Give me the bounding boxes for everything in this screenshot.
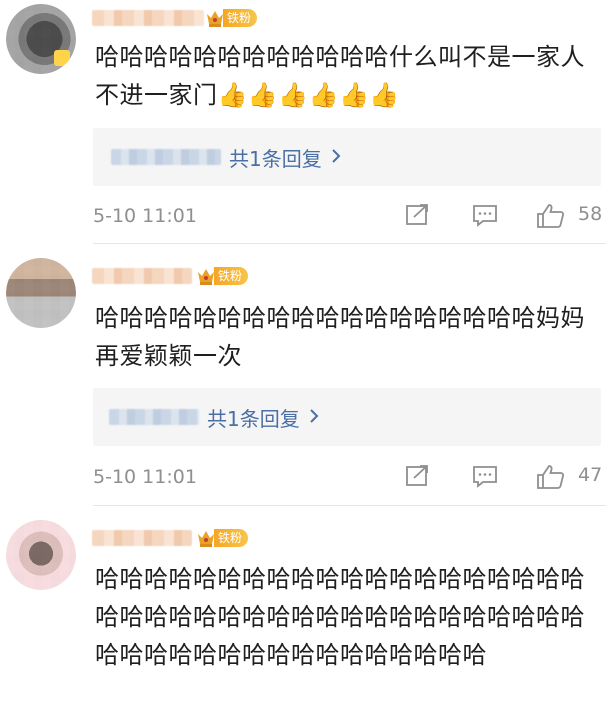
comment-text: 哈哈哈哈哈哈哈哈哈哈哈哈哈哈哈哈哈哈哈哈哈哈哈哈哈哈哈哈哈哈哈哈哈哈哈哈哈哈哈哈… <box>95 565 585 669</box>
reply-count-link[interactable]: 共1条回复 <box>207 403 300 432</box>
reply-summary[interactable]: 共1条回复 <box>93 388 601 446</box>
divider <box>93 243 606 244</box>
username-blurred[interactable] <box>92 10 204 26</box>
timestamp: 5-10 11:01 <box>93 205 197 227</box>
fan-badge-label: 铁粉 <box>214 267 249 285</box>
timestamp: 5-10 11:01 <box>93 466 197 488</box>
fan-badge: 铁粉 <box>196 265 249 287</box>
like-count: 47 <box>578 464 603 486</box>
avatar[interactable] <box>6 4 76 74</box>
comment-icon[interactable] <box>472 203 498 231</box>
chevron-right-icon <box>308 405 320 429</box>
avatar[interactable] <box>6 520 76 590</box>
fan-badge-label: 铁粉 <box>214 529 249 547</box>
chevron-right-icon <box>330 145 342 169</box>
avatar[interactable] <box>6 258 76 328</box>
comment-text: 哈哈哈哈哈哈哈哈哈哈哈哈哈哈哈哈哈哈妈妈再爱颖颖一次 <box>95 304 585 370</box>
comment-text: 哈哈哈哈哈哈哈哈哈哈哈哈什么叫不是一家人不进一家门👍👍👍👍👍👍 <box>95 38 606 118</box>
crown-badge-icon <box>205 7 225 29</box>
repost-icon[interactable] <box>405 203 431 231</box>
username-blurred[interactable] <box>92 268 192 284</box>
fan-badge-label: 铁粉 <box>223 9 258 27</box>
thumbs-up-icon[interactable] <box>536 203 566 233</box>
comment-footer: 5-10 11:01 58 <box>93 201 603 233</box>
thumbs-up-emoji: 👍👍👍👍👍👍 <box>217 81 400 109</box>
fan-badge: 铁粉 <box>196 527 249 549</box>
reply-summary[interactable]: 共1条回复 <box>93 128 601 186</box>
crown-badge-icon <box>196 527 216 549</box>
reply-username-blurred <box>111 149 221 165</box>
crown-badge-icon <box>196 265 216 287</box>
reply-username-blurred <box>109 409 199 425</box>
comment-icon[interactable] <box>472 464 498 492</box>
like-count: 58 <box>578 203 603 225</box>
fan-badge: 铁粉 <box>205 7 258 29</box>
username-blurred[interactable] <box>92 530 192 546</box>
comment-footer: 5-10 11:01 47 <box>93 462 603 494</box>
repost-icon[interactable] <box>405 464 431 492</box>
divider <box>93 505 606 506</box>
thumbs-up-icon[interactable] <box>536 464 566 494</box>
reply-count-link[interactable]: 共1条回复 <box>229 143 322 172</box>
